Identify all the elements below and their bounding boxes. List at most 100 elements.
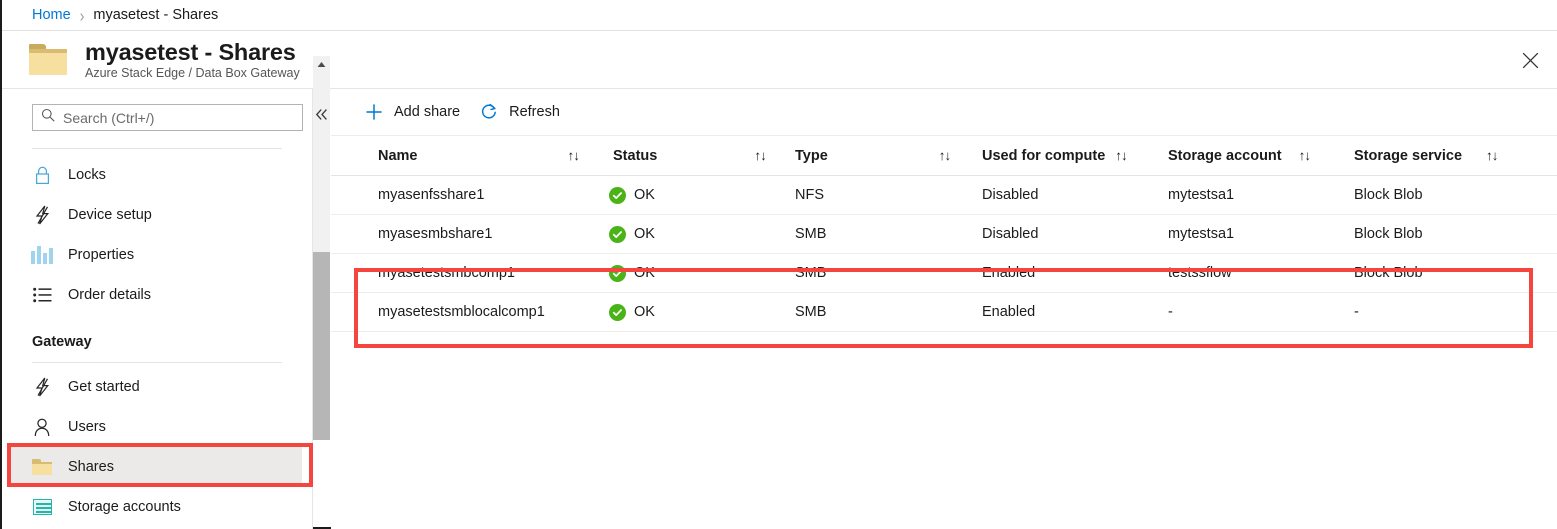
table-row[interactable]: myasesmbshare1 OK SMB Disabled mytestsa1… bbox=[331, 215, 1557, 254]
sidebar-item-label: Properties bbox=[68, 247, 135, 263]
sidebar-item-label: Order details bbox=[68, 287, 152, 303]
cell-used-for-compute: Disabled bbox=[982, 187, 1039, 203]
scrollbar-thumb[interactable] bbox=[313, 252, 330, 440]
refresh-icon bbox=[478, 101, 500, 123]
cell-storage-service: - bbox=[1354, 304, 1359, 320]
table-row[interactable]: myasetestsmblocalcomp1 OK SMB Enabled - … bbox=[331, 293, 1557, 332]
cell-name: myasenfsshare1 bbox=[378, 187, 485, 203]
column-header-type[interactable]: Type ↑↓ bbox=[795, 148, 951, 164]
cell-storage-service: Block Blob bbox=[1354, 187, 1423, 203]
sidebar: Locks Device setup Properties bbox=[2, 89, 313, 529]
breadcrumb-home-link[interactable]: Home bbox=[32, 7, 71, 23]
cell-status-label: OK bbox=[634, 226, 655, 242]
sliders-icon bbox=[30, 246, 54, 264]
cell-status-label: OK bbox=[634, 187, 655, 203]
sidebar-item-device-setup[interactable]: Device setup bbox=[7, 195, 302, 235]
column-header-used-for-compute[interactable]: Used for compute ↑↓ bbox=[982, 147, 1128, 164]
cell-used-for-compute: Disabled bbox=[982, 226, 1039, 242]
table-header-row: Name ↑↓ Status ↑↓ Type ↑↓ Used for compu… bbox=[331, 136, 1557, 176]
cell-storage-account: mytestsa1 bbox=[1168, 226, 1235, 242]
breadcrumb: Home › myasetest - Shares bbox=[2, 0, 1557, 31]
sidebar-item-get-started[interactable]: Get started bbox=[7, 367, 302, 407]
column-label: Used for compute bbox=[982, 147, 1106, 164]
cell-type: SMB bbox=[795, 226, 827, 242]
column-label: Storage service bbox=[1354, 147, 1463, 164]
lock-icon bbox=[30, 166, 54, 185]
refresh-button[interactable]: Refresh bbox=[478, 95, 560, 129]
sidebar-item-label: Users bbox=[68, 419, 106, 435]
table-row[interactable]: myasenfsshare1 OK NFS Disabled mytestsa1… bbox=[331, 176, 1557, 215]
cell-type: SMB bbox=[795, 265, 827, 281]
lightning-bolt-icon bbox=[30, 205, 54, 225]
folder-icon bbox=[30, 459, 54, 475]
sidebar-item-label: Storage accounts bbox=[68, 499, 181, 515]
sort-icon[interactable]: ↑↓ bbox=[939, 148, 951, 163]
cell-status-label: OK bbox=[634, 265, 655, 281]
lightning-bolt-icon bbox=[30, 377, 54, 397]
cell-status: OK bbox=[609, 264, 655, 282]
check-circle-icon bbox=[609, 303, 626, 321]
refresh-label: Refresh bbox=[509, 104, 560, 120]
cell-type: NFS bbox=[795, 187, 824, 203]
sidebar-group-gateway-title: Gateway bbox=[32, 334, 92, 350]
blade-title-bar: myasetest - Shares Azure Stack Edge / Da… bbox=[2, 31, 1557, 89]
chevron-double-left-icon[interactable] bbox=[310, 103, 332, 125]
cell-status: OK bbox=[609, 225, 655, 243]
search-icon bbox=[41, 108, 55, 127]
person-icon bbox=[30, 418, 54, 437]
sort-icon[interactable]: ↑↓ bbox=[1115, 148, 1127, 163]
sidebar-item-locks[interactable]: Locks bbox=[7, 155, 302, 195]
column-header-status[interactable]: Status ↑↓ bbox=[613, 147, 767, 164]
cell-storage-service: Block Blob bbox=[1354, 226, 1423, 242]
folder-icon bbox=[29, 43, 69, 76]
search-box[interactable] bbox=[32, 104, 303, 131]
table-row[interactable]: myasetestsmbcomp1 OK SMB Enabled testssf… bbox=[331, 254, 1557, 293]
cell-storage-service: Block Blob bbox=[1354, 265, 1423, 281]
close-icon[interactable] bbox=[1513, 43, 1547, 77]
column-label: Status bbox=[613, 147, 658, 164]
column-header-name[interactable]: Name ↑↓ bbox=[378, 147, 580, 164]
add-share-button[interactable]: Add share bbox=[363, 95, 460, 129]
sort-icon[interactable]: ↑↓ bbox=[1486, 148, 1498, 163]
cell-name: myasetestsmblocalcomp1 bbox=[378, 304, 545, 320]
cell-storage-account: mytestsa1 bbox=[1168, 187, 1235, 203]
cell-status-label: OK bbox=[634, 304, 655, 320]
check-circle-icon bbox=[609, 186, 626, 204]
cell-type: SMB bbox=[795, 304, 827, 320]
sidebar-item-label: Get started bbox=[68, 379, 140, 395]
sort-icon[interactable]: ↑↓ bbox=[754, 148, 766, 163]
storage-account-icon bbox=[30, 499, 54, 515]
cell-status: OK bbox=[609, 303, 655, 321]
azure-portal-blade: Home › myasetest - Shares myasetest - Sh… bbox=[0, 0, 1557, 529]
page-title: myasetest - Shares bbox=[85, 38, 296, 65]
sort-icon[interactable]: ↑↓ bbox=[1299, 148, 1311, 163]
cell-status: OK bbox=[609, 186, 655, 204]
scroll-up-arrow-icon[interactable] bbox=[313, 56, 330, 73]
check-circle-icon bbox=[609, 264, 626, 282]
sidebar-item-order-details[interactable]: Order details bbox=[7, 275, 302, 315]
cell-name: myasesmbshare1 bbox=[378, 226, 493, 242]
column-header-storage-service[interactable]: Storage service ↑↓ bbox=[1354, 148, 1498, 164]
sidebar-item-shares[interactable]: Shares bbox=[7, 447, 302, 487]
sidebar-item-storage-accounts[interactable]: Storage accounts bbox=[7, 487, 302, 527]
shares-table: Name ↑↓ Status ↑↓ Type ↑↓ Used for compu… bbox=[331, 136, 1557, 332]
breadcrumb-current: myasetest - Shares bbox=[93, 7, 219, 23]
sidebar-item-properties[interactable]: Properties bbox=[7, 235, 302, 275]
column-header-storage-account[interactable]: Storage account ↑↓ bbox=[1168, 147, 1311, 164]
sort-icon[interactable]: ↑↓ bbox=[568, 148, 580, 163]
sidebar-item-users[interactable]: Users bbox=[7, 407, 302, 447]
cell-name: myasetestsmbcomp1 bbox=[378, 265, 515, 281]
search-input[interactable] bbox=[63, 109, 278, 126]
plus-icon bbox=[363, 101, 385, 123]
column-label: Name bbox=[378, 147, 418, 164]
cell-used-for-compute: Enabled bbox=[982, 304, 1036, 320]
column-label: Storage account bbox=[1168, 147, 1282, 164]
sidebar-item-label: Device setup bbox=[68, 207, 152, 223]
sidebar-divider-gateway bbox=[32, 362, 282, 363]
breadcrumb-separator-icon: › bbox=[79, 5, 85, 25]
list-icon bbox=[30, 287, 54, 303]
cell-storage-account: - bbox=[1168, 304, 1173, 320]
add-share-label: Add share bbox=[394, 104, 461, 120]
sidebar-item-label: Locks bbox=[68, 167, 106, 183]
command-toolbar: Add share Refresh bbox=[331, 89, 1557, 136]
